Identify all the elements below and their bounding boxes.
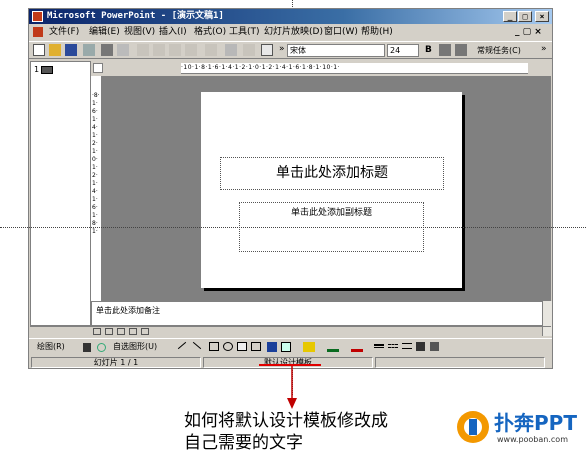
menu-window[interactable]: 窗口(W) — [324, 25, 358, 40]
slideshow-view-icon[interactable] — [141, 328, 149, 335]
rotate-icon[interactable] — [97, 343, 106, 352]
ruler-strip: ·10·1·8·1·6·1·4·1·2·1·0·1·2·1·4·1·6·1·8·… — [91, 61, 551, 76]
table-icon[interactable] — [243, 44, 255, 56]
menu-tools[interactable]: 工具(T) — [229, 25, 260, 40]
close-button[interactable]: × — [535, 11, 549, 22]
undo-icon[interactable] — [205, 44, 217, 56]
slide-canvas[interactable]: 单击此处添加标题 单击此处添加副标题 — [201, 92, 462, 288]
outline-view-icon[interactable] — [105, 328, 113, 335]
font-color-icon[interactable] — [351, 342, 363, 352]
new-icon[interactable] — [33, 44, 45, 56]
ruler-corner — [93, 63, 103, 73]
menu-bar: 文件(F) 编辑(E) 视图(V) 插入(I) 格式(O) 工具(T) 幻灯片放… — [29, 25, 552, 40]
vertical-textbox-icon[interactable] — [251, 342, 261, 351]
open-icon[interactable] — [49, 44, 61, 56]
slide-number: 1 — [34, 65, 40, 74]
menu-insert[interactable]: 插入(I) — [159, 25, 187, 40]
brand-logo-mark-icon — [457, 411, 489, 443]
normal-view-icon[interactable] — [93, 328, 101, 335]
print-preview-icon[interactable] — [117, 44, 129, 56]
slide-editing-area: ·10·1·8·1·6·1·4·1·2·1·0·1·2·1·4·1·6·1·8·… — [91, 61, 551, 301]
document-window-controls[interactable]: _ ▢ × — [515, 25, 542, 40]
autoshapes-button[interactable]: 自选图形(U) — [113, 341, 157, 353]
brand-logo: 扑奔PPT www.pooban.com — [455, 405, 586, 451]
menu-view[interactable]: 视图(V) — [124, 25, 155, 40]
vertical-ruler-ticks: ·8·1·6·1·4·1·2·1·0·1·2·1·4·1·6·1·8·1· — [92, 92, 100, 235]
caption-text: 如何将默认设计模板修改成 自己需要的文字 — [184, 410, 388, 454]
paste-icon[interactable] — [169, 44, 181, 56]
arrow-style-icon[interactable] — [402, 343, 412, 349]
shadow-style-icon[interactable] — [416, 342, 425, 351]
document-icon[interactable] — [33, 27, 43, 37]
menu-file[interactable]: 文件(F) — [49, 25, 79, 40]
slide-count-status: 幻灯片 1 / 1 — [31, 357, 201, 368]
font-name-select[interactable]: 宋体 — [287, 44, 385, 57]
align-center-icon[interactable] — [439, 44, 451, 56]
minimize-button[interactable]: _ — [503, 11, 517, 22]
rectangle-tool-icon[interactable] — [209, 342, 219, 351]
window-title: Microsoft PowerPoint - [演示文稿1] — [47, 11, 224, 21]
horizontal-guide-line — [0, 227, 586, 228]
notes-placeholder: 单击此处添加备注 — [96, 306, 160, 315]
menu-edit[interactable]: 编辑(E) — [89, 25, 120, 40]
copy-icon[interactable] — [153, 44, 165, 56]
bold-button[interactable]: B — [425, 45, 432, 55]
caption-line-1: 如何将默认设计模板修改成 — [184, 411, 388, 431]
more-buttons-icon[interactable]: » — [279, 44, 285, 54]
align-right-icon[interactable] — [455, 44, 467, 56]
line-style-icon[interactable] — [374, 344, 384, 348]
powerpoint-app-icon[interactable] — [32, 11, 43, 22]
brand-url: www.pooban.com — [497, 435, 568, 444]
task-pane-button[interactable]: 常规任务(C) — [477, 45, 521, 56]
menu-format[interactable]: 格式(O) — [194, 25, 226, 40]
slide-thumbnail-icon[interactable] — [41, 66, 53, 74]
menu-help[interactable]: 帮助(H) — [361, 25, 393, 40]
drawing-toolbar: 绘图(R) 自选图形(U) — [29, 338, 552, 355]
3d-style-icon[interactable] — [430, 342, 439, 351]
more-buttons-icon-right[interactable]: » — [541, 44, 547, 54]
outline-scrollbar[interactable] — [30, 326, 91, 336]
title-placeholder[interactable]: 单击此处添加标题 — [220, 157, 444, 190]
wordart-icon[interactable] — [267, 342, 277, 352]
view-buttons-bar — [91, 326, 551, 336]
oval-tool-icon[interactable] — [223, 342, 233, 351]
font-size-select[interactable]: 24 — [387, 44, 419, 57]
print-icon[interactable] — [101, 44, 113, 56]
cut-icon[interactable] — [137, 44, 149, 56]
permission-icon[interactable] — [83, 44, 95, 56]
slide-sorter-icon[interactable] — [129, 328, 137, 335]
line-color-icon[interactable] — [327, 342, 339, 352]
save-icon[interactable] — [65, 44, 77, 56]
slide-view-icon[interactable] — [117, 328, 125, 335]
select-pointer-icon[interactable] — [83, 343, 91, 352]
insert-picture-icon[interactable] — [281, 342, 291, 352]
help-icon[interactable] — [261, 44, 273, 56]
arrow-tool-icon[interactable] — [192, 341, 202, 350]
red-arrow-icon — [287, 366, 297, 409]
brand-name: 扑奔PPT — [494, 411, 577, 435]
format-painter-icon[interactable] — [185, 44, 197, 56]
hyperlink-icon[interactable] — [225, 44, 237, 56]
subtitle-placeholder-text: 单击此处添加副标题 — [290, 208, 372, 218]
notes-pane[interactable]: 单击此处添加备注 — [91, 301, 551, 326]
maximize-button[interactable]: □ — [518, 11, 532, 22]
line-tool-icon[interactable] — [177, 341, 187, 350]
vertical-ruler[interactable]: ·8·1·6·1·4·1·2·1·0·1·2·1·4·1·6·1·8·1· — [91, 76, 102, 301]
powerpoint-window: Microsoft PowerPoint - [演示文稿1] _ □ × 文件(… — [28, 8, 553, 369]
standard-toolbar: » 宋体 24 B 常规任务(C) » — [29, 41, 552, 59]
outline-pane[interactable]: 1 — [30, 61, 91, 326]
textbox-tool-icon[interactable] — [237, 342, 247, 351]
horizontal-ruler[interactable]: ·10·1·8·1·6·1·4·1·2·1·0·1·2·1·4·1·6·1·8·… — [181, 63, 528, 74]
dash-style-icon[interactable] — [388, 344, 398, 348]
menu-slideshow[interactable]: 幻灯片放映(D) — [264, 25, 323, 40]
language-status — [375, 357, 545, 368]
fill-color-icon[interactable] — [303, 342, 315, 352]
draw-menu-button[interactable]: 绘图(R) — [37, 341, 65, 353]
title-bar[interactable]: Microsoft PowerPoint - [演示文稿1] _ □ × — [29, 9, 552, 24]
